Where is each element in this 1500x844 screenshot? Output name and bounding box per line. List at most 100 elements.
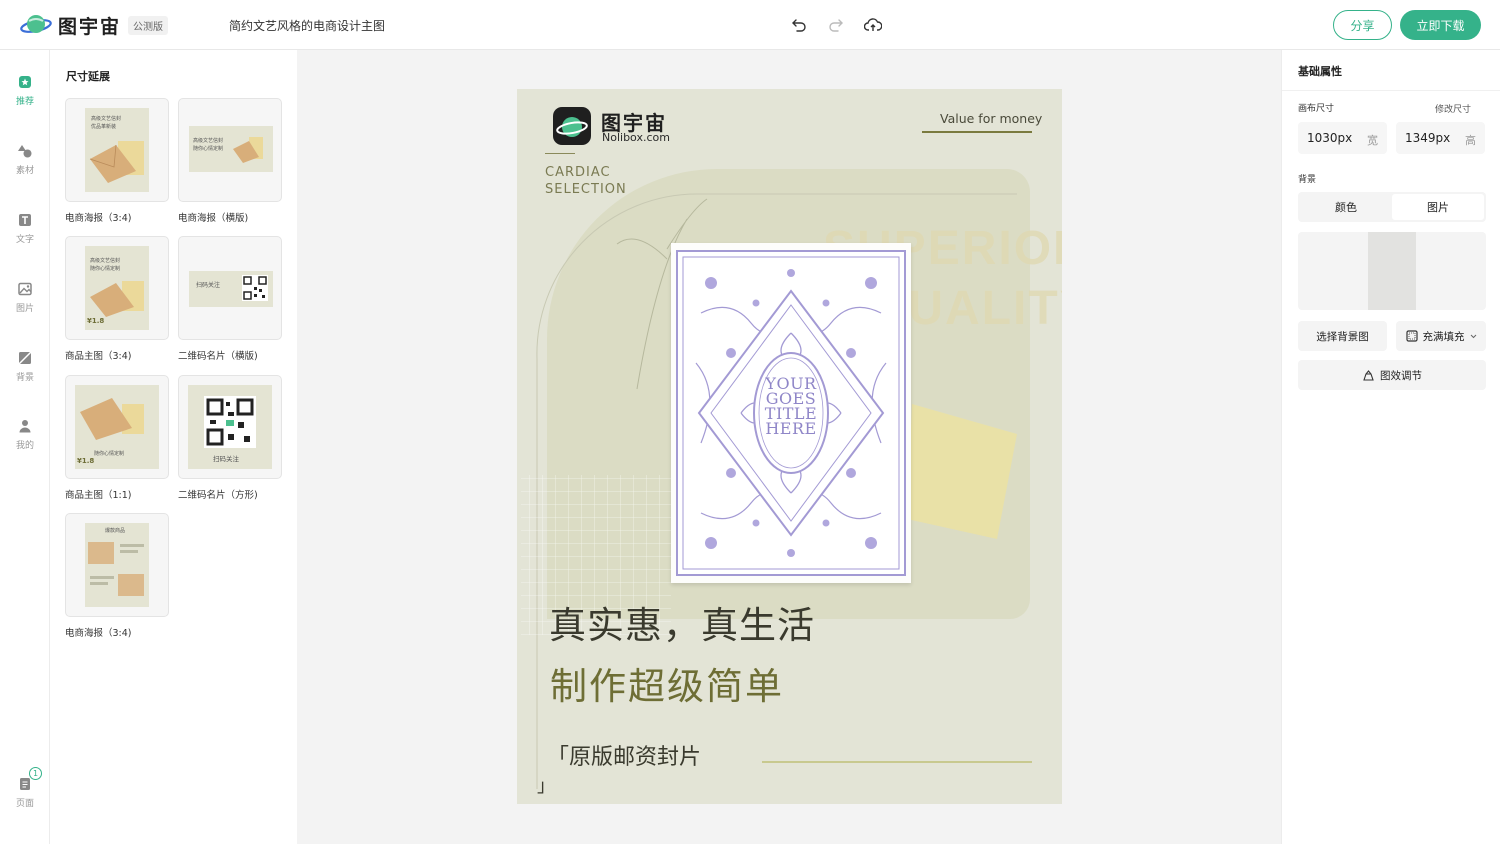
thumb-price: ¥1.8 [77, 457, 95, 465]
template-panel: 尺寸延展 高级文艺信封 优品革新装 电商海报（3:4) 高级文艺信封 随你心情定… [50, 50, 297, 844]
template-card[interactable]: 高级文艺信封 优品革新装 电商海报（3:4) [65, 98, 169, 224]
background-type-toggle: 颜色 图片 [1298, 192, 1486, 222]
template-thumbnail: 随你心情定制 ¥1.8 [65, 375, 169, 479]
template-thumbnail: 高级文艺信封 随你心情定制 ¥1.8 [65, 236, 169, 340]
template-caption: 电商海报（3:4) [65, 628, 132, 639]
headline-secondary: 制作超级简单 [550, 665, 784, 708]
design-canvas[interactable]: SUPERIOR QUALITY 图宇宙 Nolibox.com CARDIAC… [517, 89, 1062, 804]
image-effects-button[interactable]: 图效调节 [1298, 360, 1486, 390]
tagline-underline [922, 131, 1032, 133]
template-thumbnail: 爆款商品 [65, 513, 169, 617]
thumb-text: 扫码关注 [196, 282, 221, 289]
envelope-grid-graphic [88, 542, 144, 596]
rail-label: 背景 [15, 373, 34, 383]
template-card[interactable]: 爆款商品 电商海报（3:4) [65, 513, 169, 639]
poster-logo-url: Nolibox.com [602, 131, 670, 144]
rail-label: 推荐 [15, 97, 34, 107]
poster-logo-icon [553, 107, 591, 145]
edit-size-link[interactable]: 修改尺寸 [1435, 102, 1471, 115]
button-label: 选择背景图 [1316, 330, 1369, 343]
template-card[interactable]: 高级文艺信封 随你心情定制 电商海报（横版) [178, 98, 282, 224]
download-button[interactable]: 立即下载 [1400, 10, 1481, 40]
envelope-graphic [233, 137, 263, 163]
button-label: 图效调节 [1380, 369, 1422, 382]
button-label: 充满填充 [1422, 330, 1465, 343]
tab-color[interactable]: 颜色 [1300, 194, 1392, 220]
template-caption: 二维码名片（横版) [178, 351, 258, 362]
panel-title: 尺寸延展 [66, 70, 110, 83]
document-title[interactable]: 简约文艺风格的电商设计主图 [229, 17, 385, 34]
height-field[interactable]: 1349px 高 [1396, 122, 1485, 154]
rail-item-pages[interactable]: 页面 [0, 776, 50, 826]
template-card[interactable]: 扫码关注 二维码名片（横版) [178, 236, 282, 362]
thumb-text: 高级文艺信封 [91, 116, 122, 122]
thumb-text: 优品革新装 [91, 124, 117, 130]
width-value: 1030px [1307, 131, 1353, 145]
panel-title: 基础属性 [1298, 65, 1342, 78]
rail-item-mine[interactable]: 我的 [0, 418, 50, 468]
rail-item-background[interactable]: 背景 [0, 350, 50, 400]
template-thumbnail: 扫码关注 [178, 375, 282, 479]
rail-label: 我的 [15, 441, 34, 451]
background-preview[interactable] [1298, 232, 1486, 310]
chevron-down-icon [1470, 334, 1476, 338]
thumb-text: 高级文艺信封 [90, 258, 121, 264]
canvas-size-label: 画布尺寸 [1298, 104, 1335, 114]
share-button[interactable]: 分享 [1333, 10, 1392, 40]
template-thumbnail: 高级文艺信封 优品革新装 [65, 98, 169, 202]
selection-line: SELECTION [545, 182, 627, 197]
pages-count-badge: 1 [29, 767, 42, 780]
rail-item-materials[interactable]: 素材 [0, 143, 50, 193]
rail-item-recommend[interactable]: 推荐 [0, 74, 50, 124]
beta-badge: 公测版 [128, 16, 168, 35]
top-bar: 图宇宙 公测版 简约文艺风格的电商设计主图 分享 立即下载 [0, 0, 1500, 50]
subline-close-bracket: 」 [537, 776, 555, 797]
thumb-price: ¥1.8 [87, 317, 105, 325]
envelope-graphic [89, 141, 144, 183]
card-title-text: YOUR GOES TITLE HERE [754, 376, 828, 438]
template-thumbnail: 高级文艺信封 随你心情定制 [178, 98, 282, 202]
planet-logo-icon[interactable] [20, 12, 52, 38]
thumb-text: 随你心情定制 [193, 146, 224, 152]
cardiac-line: CARDIAC [545, 165, 611, 180]
thumb-text: 爆款商品 [105, 528, 126, 534]
headline-primary: 真实惠，真生活 [549, 604, 815, 647]
envelope-graphic [80, 398, 144, 440]
cloud-upload-icon[interactable] [862, 14, 884, 36]
ornate-card: YOUR GOES TITLE HERE [671, 243, 911, 583]
tab-image[interactable]: 图片 [1392, 194, 1484, 220]
subline-rule [762, 761, 1032, 763]
rail-label: 图片 [15, 304, 34, 314]
left-icon-rail: 推荐 素材 文字 图片 背景 我的 页面 [0, 50, 50, 844]
brand-name[interactable]: 图宇宙 [58, 12, 121, 39]
text-icon [19, 214, 31, 226]
template-caption: 二维码名片（方形) [178, 490, 258, 501]
select-background-button[interactable]: 选择背景图 [1298, 321, 1387, 351]
properties-panel: 基础属性 画布尺寸 修改尺寸 1030px 宽 1349px 高 背景 颜色 图… [1281, 50, 1500, 844]
redo-icon[interactable] [825, 14, 847, 36]
undo-icon[interactable] [788, 14, 810, 36]
thumb-text: 随你心情定制 [94, 451, 125, 457]
template-card[interactable]: 随你心情定制 ¥1.8 商品主图（1:1) [65, 375, 169, 501]
height-value: 1349px [1405, 131, 1451, 145]
user-icon [19, 420, 31, 433]
template-card[interactable]: 高级文艺信封 随你心情定制 ¥1.8 商品主图（3:4) [65, 236, 169, 362]
effects-icon [1363, 369, 1374, 381]
divider-line [545, 153, 575, 154]
rail-label: 素材 [15, 166, 34, 176]
envelope-graphic [90, 281, 144, 317]
width-field[interactable]: 1030px 宽 [1298, 122, 1387, 154]
template-caption: 电商海报（3:4) [65, 213, 132, 224]
rail-item-text[interactable]: 文字 [0, 212, 50, 262]
template-caption: 商品主图（1:1) [65, 490, 132, 501]
card-title-line: HERE [765, 419, 817, 438]
fill-frame-icon [1405, 330, 1418, 342]
rail-label: 文字 [15, 235, 34, 245]
template-caption: 商品主图（3:4) [65, 351, 132, 362]
template-card[interactable]: 扫码关注 二维码名片（方形) [178, 375, 282, 501]
image-icon [18, 282, 32, 296]
divider [1282, 90, 1500, 91]
fill-mode-dropdown[interactable]: 充满填充 [1396, 321, 1486, 351]
rail-item-image[interactable]: 图片 [0, 281, 50, 331]
width-unit: 宽 [1367, 134, 1378, 147]
